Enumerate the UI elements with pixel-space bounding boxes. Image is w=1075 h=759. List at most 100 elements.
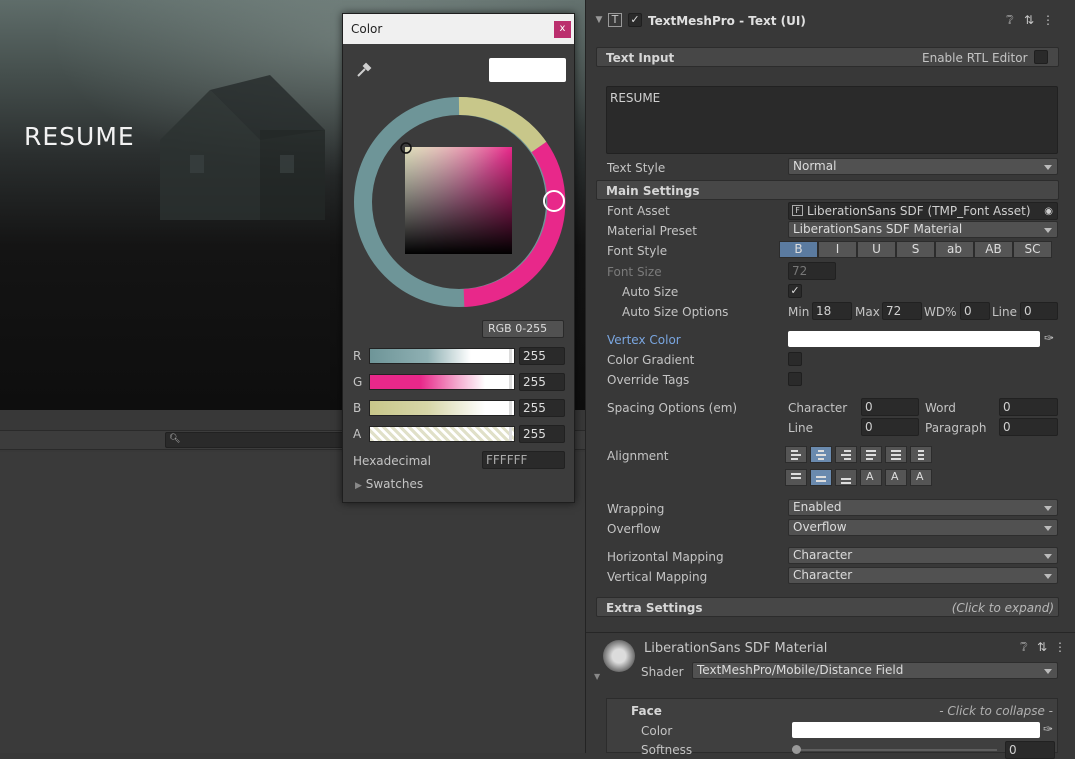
more-options-icon[interactable]: ⋮ <box>1041 13 1055 27</box>
font-asset-icon: F <box>792 205 803 216</box>
eyedropper-icon[interactable]: ✑ <box>1043 722 1053 736</box>
spacing-options-label: Spacing Options (em) <box>607 401 738 415</box>
g-slider[interactable] <box>369 374 515 390</box>
component-enabled-checkbox[interactable]: ✓ <box>628 13 642 27</box>
object-picker-icon[interactable]: ◉ <box>1044 204 1053 220</box>
r-value-input[interactable]: 255 <box>519 347 565 365</box>
line-spacing-label: Line <box>788 421 814 435</box>
g-value-input[interactable]: 255 <box>519 373 565 391</box>
vertical-mapping-label: Vertical Mapping <box>607 570 708 584</box>
vertex-color-field[interactable] <box>788 331 1040 347</box>
uppercase-button[interactable]: AB <box>974 241 1013 258</box>
align-bottom-icon[interactable] <box>835 469 857 486</box>
override-tags-checkbox[interactable] <box>788 372 802 386</box>
font-size-input[interactable]: 72 <box>788 262 836 280</box>
extra-settings-section-header[interactable]: Extra Settings (Click to expand) <box>596 597 1059 617</box>
color-picker-window[interactable]: Color x RGB 0-255 R 255 G 255 B 255 A 25… <box>342 13 575 503</box>
line-input[interactable]: 0 <box>1020 302 1058 320</box>
r-slider[interactable] <box>369 348 515 364</box>
line-label: Line <box>992 305 1018 319</box>
face-header[interactable]: Face <box>631 704 662 718</box>
channel-label: A <box>353 427 362 441</box>
wrapping-dropdown[interactable]: Enabled <box>788 499 1058 516</box>
b-value-input[interactable]: 255 <box>519 399 565 417</box>
foldout-arrow-icon[interactable]: ▼ <box>594 672 600 681</box>
lowercase-button[interactable]: ab <box>935 241 974 258</box>
underline-button[interactable]: U <box>857 241 896 258</box>
color-mode-dropdown[interactable]: RGB 0-255 <box>482 320 564 338</box>
swatches-foldout[interactable]: ▶ Swatches <box>355 477 423 491</box>
wd-input[interactable]: 0 <box>960 302 990 320</box>
material-title: LiberationSans SDF Material <box>644 641 828 656</box>
min-label: Min <box>788 305 810 319</box>
word-spacing-input[interactable]: 0 <box>999 398 1058 416</box>
align-capline-icon[interactable]: A <box>910 469 932 486</box>
paragraph-spacing-input[interactable]: 0 <box>999 418 1058 436</box>
font-asset-field[interactable]: F LiberationSans SDF (TMP_Font Asset) ◉ <box>788 202 1058 220</box>
max-input[interactable]: 72 <box>882 302 922 320</box>
color-gradient-checkbox[interactable] <box>788 352 802 366</box>
vertex-color-label: Vertex Color <box>607 333 681 347</box>
min-input[interactable]: 18 <box>812 302 852 320</box>
softness-input[interactable]: 0 <box>1005 741 1055 759</box>
align-justified-icon[interactable] <box>860 446 882 463</box>
material-preset-dropdown[interactable]: LiberationSans SDF Material <box>788 221 1058 238</box>
align-top-icon[interactable] <box>785 469 807 486</box>
vertical-mapping-dropdown[interactable]: Character <box>788 567 1058 584</box>
horizontal-mapping-dropdown[interactable]: Character <box>788 547 1058 564</box>
softness-slider[interactable] <box>792 749 997 751</box>
hex-input[interactable]: FFFFFF <box>482 451 565 469</box>
channel-sliders: R 255 G 255 B 255 A 255 <box>343 346 574 446</box>
smallcaps-button[interactable]: SC <box>1013 241 1052 258</box>
eyedropper-icon[interactable]: ✑ <box>1044 331 1054 345</box>
main-settings-section-header[interactable]: Main Settings <box>596 180 1059 200</box>
rtl-editor-checkbox[interactable] <box>1034 50 1048 64</box>
color-wheel[interactable] <box>349 92 569 312</box>
eyedropper-icon[interactable] <box>355 61 373 79</box>
section-title: Extra Settings <box>606 601 703 615</box>
help-icon[interactable]: ❔︎ <box>1017 640 1031 654</box>
wd-label: WD% <box>924 305 957 319</box>
help-icon[interactable]: ❔︎ <box>1003 13 1017 27</box>
text-input-section-header[interactable]: Text Input Enable RTL Editor <box>596 47 1059 67</box>
alignment-label: Alignment <box>607 449 669 463</box>
close-button[interactable]: x <box>554 21 571 38</box>
face-color-field[interactable] <box>792 722 1040 738</box>
overflow-dropdown[interactable]: Overflow <box>788 519 1058 536</box>
scene-search-input[interactable]: 🔍︎ <box>165 432 345 448</box>
align-geometry-center-icon[interactable] <box>910 446 932 463</box>
a-slider[interactable] <box>369 426 515 442</box>
foldout-arrow-icon[interactable]: ▼ <box>592 13 606 27</box>
preset-icon[interactable]: ⇅ <box>1022 13 1036 27</box>
collapse-hint[interactable]: - Click to collapse - <box>939 704 1053 718</box>
align-left-icon[interactable] <box>785 446 807 463</box>
preset-icon[interactable]: ⇅ <box>1035 640 1049 654</box>
align-flush-icon[interactable] <box>885 446 907 463</box>
channel-label: G <box>353 375 363 389</box>
auto-size-label: Auto Size <box>622 285 679 299</box>
override-tags-label: Override Tags <box>607 373 690 387</box>
component-header[interactable]: ▼ T ✓ TextMeshPro - Text (UI) ❔︎ ⇅ ⋮ <box>586 8 1075 34</box>
color-picker-titlebar[interactable]: Color x <box>343 14 574 44</box>
italic-button[interactable]: I <box>818 241 857 258</box>
b-slider[interactable] <box>369 400 515 416</box>
color-preview-swatch <box>489 58 566 82</box>
align-middle-icon[interactable] <box>810 469 832 486</box>
align-baseline-icon[interactable]: A <box>860 469 882 486</box>
font-style-label: Font Style <box>607 244 668 258</box>
shader-dropdown[interactable]: TextMeshPro/Mobile/Distance Field <box>692 662 1058 679</box>
bold-button[interactable]: B <box>779 241 818 258</box>
search-icon: 🔍︎ <box>169 434 181 444</box>
text-style-dropdown[interactable]: Normal <box>788 158 1058 175</box>
color-picker-title: Color <box>351 22 383 36</box>
more-options-icon[interactable]: ⋮ <box>1053 640 1067 654</box>
align-right-icon[interactable] <box>835 446 857 463</box>
align-center-icon[interactable] <box>810 446 832 463</box>
align-midline-icon[interactable]: A <box>885 469 907 486</box>
auto-size-checkbox[interactable]: ✓ <box>788 284 802 298</box>
strikethrough-button[interactable]: S <box>896 241 935 258</box>
a-value-input[interactable]: 255 <box>519 425 565 443</box>
character-spacing-input[interactable]: 0 <box>861 398 919 416</box>
line-spacing-input[interactable]: 0 <box>861 418 919 436</box>
text-input-area[interactable]: RESUME <box>606 86 1058 154</box>
